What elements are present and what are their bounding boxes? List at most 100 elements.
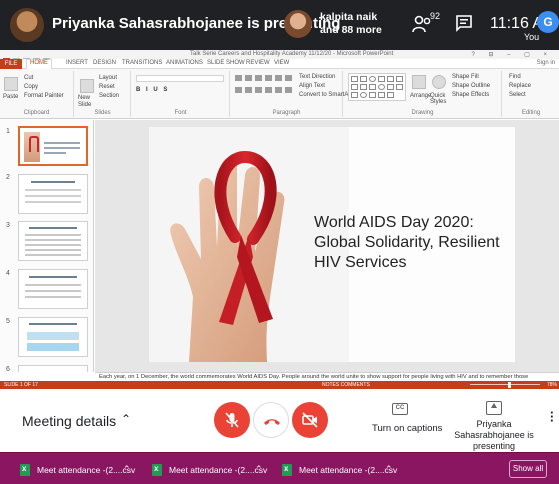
align-text-button[interactable]: Align Text <box>299 83 325 89</box>
clipboard-group: Paste Cut Copy Format Painter Clipboard <box>0 71 74 117</box>
captions-button[interactable]: Turn on captions <box>372 423 442 434</box>
slide-counter: SLIDE 1 OF 17 <box>4 382 38 388</box>
chevron-up-icon[interactable]: ⌃ <box>385 464 393 475</box>
tab-slideshow[interactable]: SLIDE SHOW <box>207 60 245 66</box>
download-item[interactable]: Meet attendance -(2....csv ⌃ <box>20 463 140 477</box>
list-buttons[interactable] <box>235 75 295 81</box>
copy-button[interactable]: Copy <box>24 84 38 90</box>
slide-thumbnail-1[interactable] <box>18 126 88 166</box>
download-item[interactable]: Meet attendance -(2....csv ⌃ <box>152 463 272 477</box>
thumb-number: 2 <box>6 174 10 181</box>
tab-view[interactable]: VIEW <box>274 60 289 66</box>
slide-canvas: World AIDS Day 2020: Global Solidarity, … <box>95 120 559 372</box>
current-slide[interactable]: World AIDS Day 2020: Global Solidarity, … <box>149 127 515 362</box>
font-format-buttons[interactable]: B I U S <box>136 87 169 93</box>
meet-top-bar: Priyanka Sahasrabhojanee is presenting k… <box>0 0 559 50</box>
tab-file[interactable]: FILE <box>0 59 22 69</box>
people-count: 92 <box>430 11 441 21</box>
tab-transitions[interactable]: TRANSITIONS <box>122 60 162 66</box>
csv-file-icon <box>282 464 292 476</box>
notes-comments-buttons[interactable]: NOTES COMMENTS <box>322 382 370 388</box>
group-label-slides: Slides <box>94 110 111 116</box>
new-slide-button[interactable]: New Slide <box>78 95 98 109</box>
slide-thumbnail-5[interactable] <box>18 317 88 357</box>
tab-design[interactable]: DESIGN <box>93 60 116 66</box>
quick-styles-button[interactable]: Quick Styles <box>430 93 448 105</box>
find-button[interactable]: Find <box>509 74 521 80</box>
slide-thumbnail-2[interactable] <box>18 174 88 214</box>
layout-button[interactable]: Layout <box>99 75 117 81</box>
more-options-icon[interactable]: · · · <box>550 406 554 427</box>
tab-home[interactable]: HOME <box>26 59 52 69</box>
shape-effects-button[interactable]: Shape Effects <box>452 92 489 98</box>
replace-button[interactable]: Replace <box>509 83 531 89</box>
chevron-up-icon[interactable]: ⌃ <box>121 412 131 426</box>
font-name-select[interactable] <box>136 75 224 82</box>
arrange-icon[interactable] <box>412 75 426 89</box>
ppt-status-bar: SLIDE 1 OF 17 NOTES COMMENTS 78% <box>0 381 559 389</box>
shape-outline-button[interactable]: Shape Outline <box>452 83 490 89</box>
new-slide-icon[interactable] <box>80 79 94 93</box>
group-label-editing: Editing <box>521 110 541 116</box>
thumb-number: 5 <box>6 318 10 325</box>
slide-title-line: HIV Services <box>314 254 407 271</box>
slide-title[interactable]: World AIDS Day 2020: Global Solidarity, … <box>314 213 514 273</box>
camera-off-icon <box>302 412 318 428</box>
camera-off-button[interactable] <box>292 402 328 438</box>
align-buttons[interactable] <box>235 87 295 93</box>
show-all-button[interactable]: Show all <box>509 460 547 478</box>
format-painter-button[interactable]: Format Painter <box>24 93 64 99</box>
shared-screen: Talk Serie Careers and Hospitality Acade… <box>0 50 559 389</box>
presenter-avatar <box>10 8 44 42</box>
zoom-slider-handle[interactable] <box>508 382 511 388</box>
shapes-gallery[interactable] <box>348 73 406 101</box>
paste-button[interactable]: Paste <box>3 94 18 100</box>
slide-thumbnail-4[interactable] <box>18 269 88 309</box>
group-label-drawing: Drawing <box>411 110 434 116</box>
paste-icon[interactable] <box>4 77 18 91</box>
text-direction-button[interactable]: Text Direction <box>299 74 335 80</box>
you-label: You <box>524 32 540 42</box>
arrange-button[interactable]: Arrange <box>410 93 431 99</box>
group-label-font: Font <box>174 110 187 116</box>
download-item[interactable]: Meet attendance -(2....csv ⌃ <box>282 463 402 477</box>
presenting-button[interactable]: Priyanka Sahasrabhojanee is presenting <box>444 419 544 452</box>
chevron-up-icon[interactable]: ⌃ <box>255 464 263 475</box>
thumb-number: 3 <box>6 222 10 229</box>
participant-summary[interactable]: kalpita naik and 88 more <box>320 11 400 37</box>
user-avatar[interactable]: G <box>537 11 559 33</box>
window-controls[interactable]: ? ⊟ – ▢ × <box>471 51 553 58</box>
slide-title-line: World AIDS Day 2020: <box>314 214 474 231</box>
meet-controls-bar: Meeting details ⌃ CC Turn on captions Pr… <box>0 389 559 452</box>
csv-file-icon <box>20 464 30 476</box>
speaker-notes[interactable]: Each year, on 1 December, the world comm… <box>95 372 559 381</box>
participant-avatar[interactable] <box>284 10 312 38</box>
meeting-details-button[interactable]: Meeting details <box>22 413 116 429</box>
tab-insert[interactable]: INSERT <box>66 60 88 66</box>
group-label-paragraph: Paragraph <box>272 110 301 116</box>
chevron-up-icon[interactable]: ⌃ <box>123 464 131 475</box>
download-filename: Meet attendance -(2....csv <box>169 465 268 475</box>
shape-fill-button[interactable]: Shape Fill <box>452 74 479 80</box>
zoom-level[interactable]: 78% <box>547 382 557 388</box>
editing-group: Find Replace Select Editing <box>503 71 559 117</box>
section-button[interactable]: Section <box>99 93 119 99</box>
slide-thumbnail-6[interactable] <box>18 365 88 372</box>
quick-styles-icon[interactable] <box>432 75 446 89</box>
ribbon-tabs: FILE HOME INSERT DESIGN TRANSITIONS ANIM… <box>0 59 559 69</box>
slide-thumbnail-3[interactable] <box>18 221 88 261</box>
tab-review[interactable]: REVIEW <box>246 60 270 66</box>
reset-button[interactable]: Reset <box>99 84 115 90</box>
tab-animations[interactable]: ANIMATIONS <box>166 60 203 66</box>
leave-call-button[interactable] <box>253 402 289 438</box>
sign-in-link[interactable]: Sign in <box>537 60 555 66</box>
mic-off-button[interactable] <box>214 402 250 438</box>
cut-button[interactable]: Cut <box>24 75 33 81</box>
chat-icon[interactable] <box>455 14 473 32</box>
select-button[interactable]: Select <box>509 92 526 98</box>
present-icon[interactable] <box>486 401 502 415</box>
paragraph-group: Text Direction Align Text Convert to Sma… <box>231 71 352 117</box>
mic-off-icon <box>225 412 239 428</box>
captions-icon[interactable]: CC <box>392 403 408 415</box>
zoom-slider[interactable] <box>470 384 540 385</box>
